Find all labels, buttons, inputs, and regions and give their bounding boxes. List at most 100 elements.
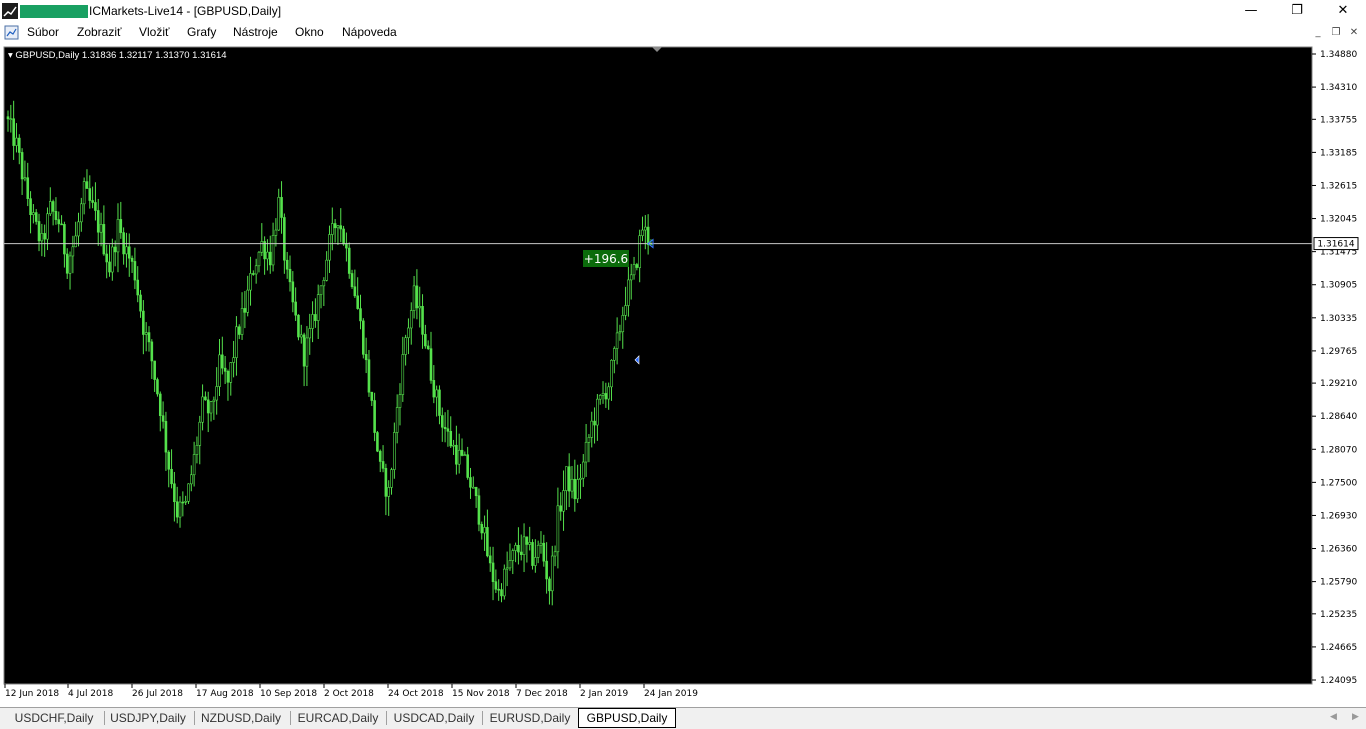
candle-body <box>610 359 613 388</box>
mdi-close-button[interactable]: ✕ <box>1346 25 1362 41</box>
candle-body <box>263 241 266 260</box>
candle-body <box>381 461 385 469</box>
tab-eurusd[interactable]: EURUSD,Daily <box>483 709 577 727</box>
candle-body <box>311 314 314 329</box>
candle-body <box>342 228 345 245</box>
candle-body <box>204 396 207 401</box>
candle-body <box>412 285 416 311</box>
candle-body <box>494 581 498 590</box>
candle-body <box>471 486 475 489</box>
menu-tools[interactable]: Nástroje <box>233 25 278 39</box>
tabs-scroll-right-icon[interactable]: ▶ <box>1352 711 1359 722</box>
candle-body <box>452 444 455 447</box>
time-tick-label: 4 Jul 2018 <box>68 689 113 699</box>
candle-body <box>96 210 100 233</box>
candle-body <box>82 181 86 205</box>
candle-body <box>15 137 18 146</box>
candle-body <box>415 285 419 309</box>
candle-body <box>446 428 450 432</box>
candle-body <box>167 451 171 470</box>
candle-body <box>384 468 388 497</box>
candle-body <box>32 212 35 215</box>
candle-body <box>252 273 255 275</box>
price-tick-label: 1.24095 <box>1320 676 1357 686</box>
menu-file[interactable]: Súbor <box>27 25 59 39</box>
close-button[interactable]: ✕ <box>1320 0 1366 22</box>
price-tick-label: 1.25235 <box>1320 610 1357 620</box>
time-tick-label: 10 Sep 2018 <box>260 689 317 699</box>
candle-body <box>370 391 374 401</box>
candle-body <box>463 454 467 457</box>
menu-view[interactable]: Zobraziť <box>77 25 122 39</box>
menu-window[interactable]: Okno <box>295 25 324 39</box>
menu-charts[interactable]: Grafy <box>187 25 216 39</box>
candle-body <box>294 301 297 316</box>
candle-body <box>144 332 148 335</box>
candle-body <box>34 212 38 222</box>
candle-body <box>601 393 605 396</box>
restore-button[interactable]: ❐ <box>1274 0 1320 22</box>
candle-body <box>629 274 633 281</box>
candle-body <box>116 219 120 253</box>
price-chart[interactable]: +196.6 1.34880 1.34310 1.33755 1.33185 1.326… <box>0 43 1366 707</box>
candle-body <box>257 251 261 267</box>
menu-insert[interactable]: Vložiť <box>139 25 170 39</box>
price-tick-label: 1.30335 <box>1320 314 1357 324</box>
profit-label: +196.6 <box>584 252 628 266</box>
candle-body <box>156 379 159 395</box>
candle-body <box>26 177 30 199</box>
candle-body <box>288 268 292 283</box>
tab-usdjpy[interactable]: USDJPY,Daily <box>105 709 191 727</box>
tab-eurcad[interactable]: EURCAD,Daily <box>291 709 385 727</box>
candle-body <box>105 253 108 263</box>
mdi-restore-button[interactable]: ❐ <box>1328 25 1344 41</box>
candle-body <box>367 359 371 393</box>
mdi-minimize-button[interactable]: _ <box>1310 25 1326 41</box>
candle-body <box>511 550 515 561</box>
time-tick-label: 26 Jul 2018 <box>132 689 183 699</box>
time-axis[interactable]: 12 Jun 2018 4 Jul 2018 26 Jul 2018 17 Aug 2… <box>4 684 698 699</box>
candle-body <box>108 261 111 273</box>
candle-body <box>226 371 230 383</box>
price-tick-label: 1.24665 <box>1320 643 1357 653</box>
candle-body <box>644 226 647 231</box>
chart-window-icon[interactable] <box>4 25 19 40</box>
candle-body <box>164 421 168 453</box>
candle-body <box>514 544 517 551</box>
minimize-button[interactable]: — <box>1228 0 1274 22</box>
tab-usdchf[interactable]: USDCHF,Daily <box>4 709 104 727</box>
candle-body <box>359 308 362 322</box>
candle-body <box>285 259 289 270</box>
candle-body <box>60 223 63 226</box>
candle-body <box>175 501 179 518</box>
window-title: ICMarkets-Live14 - [GBPUSD,Daily] <box>89 4 282 18</box>
tab-gbpusd[interactable]: GBPUSD,Daily <box>578 708 676 728</box>
candle-body <box>545 560 548 580</box>
candle-body <box>562 490 565 512</box>
candle-body <box>94 202 97 211</box>
candle-body <box>438 389 441 416</box>
candle-body <box>584 441 588 463</box>
candle-body <box>596 398 599 426</box>
candle-body <box>542 542 546 562</box>
candle-body <box>593 420 596 426</box>
price-axis[interactable]: 1.34880 1.34310 1.33755 1.33185 1.32615 1.320… <box>1312 50 1357 686</box>
candle-body <box>142 310 145 335</box>
candle-body <box>229 362 233 383</box>
candle-body <box>305 337 309 367</box>
tab-usdcad[interactable]: USDCAD,Daily <box>387 709 481 727</box>
account-redaction <box>20 5 88 18</box>
candle-body <box>190 474 193 485</box>
price-tick-label: 1.25790 <box>1320 578 1357 588</box>
candle-body <box>508 560 512 569</box>
chart-menu-icon[interactable]: ▾ <box>8 50 13 61</box>
candle-body <box>184 501 187 503</box>
candle-body <box>271 235 275 266</box>
candle-body <box>215 386 218 401</box>
candle-body <box>20 152 24 180</box>
chart-plot-area[interactable] <box>4 47 1312 684</box>
menu-help[interactable]: Nápoveda <box>342 25 397 39</box>
tabs-scroll-left-icon[interactable]: ◀ <box>1330 711 1337 722</box>
tab-nzdusd[interactable]: NZDUSD,Daily <box>195 709 287 727</box>
candle-body <box>362 320 365 355</box>
